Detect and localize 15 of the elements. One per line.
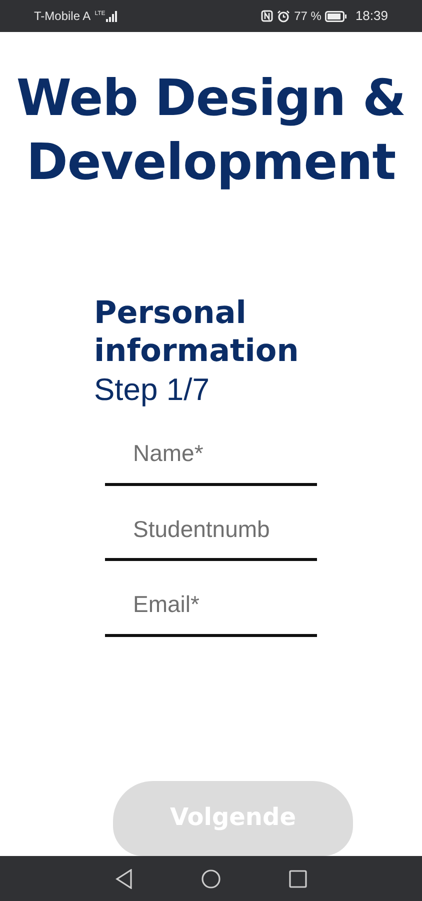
alarm-icon <box>277 10 290 22</box>
step-indicator: Step 1/7 <box>94 371 210 409</box>
carrier-name: T-Mobile A <box>34 8 91 25</box>
page-title: Web Design & Development <box>15 68 407 193</box>
nfc-icon <box>261 10 274 22</box>
battery-icon <box>325 10 348 22</box>
clock-time: 18:39 <box>355 7 388 26</box>
battery-percentage: 77 % <box>294 8 322 25</box>
input-field[interactable]: Name* <box>105 422 317 486</box>
section-heading: Personal information <box>94 294 300 370</box>
recents-icon[interactable] <box>289 870 307 888</box>
home-icon[interactable] <box>201 868 221 888</box>
input-field[interactable]: Email* <box>105 573 317 636</box>
back-icon[interactable] <box>115 868 133 888</box>
input-field[interactable]: Studentnumb <box>105 498 317 561</box>
